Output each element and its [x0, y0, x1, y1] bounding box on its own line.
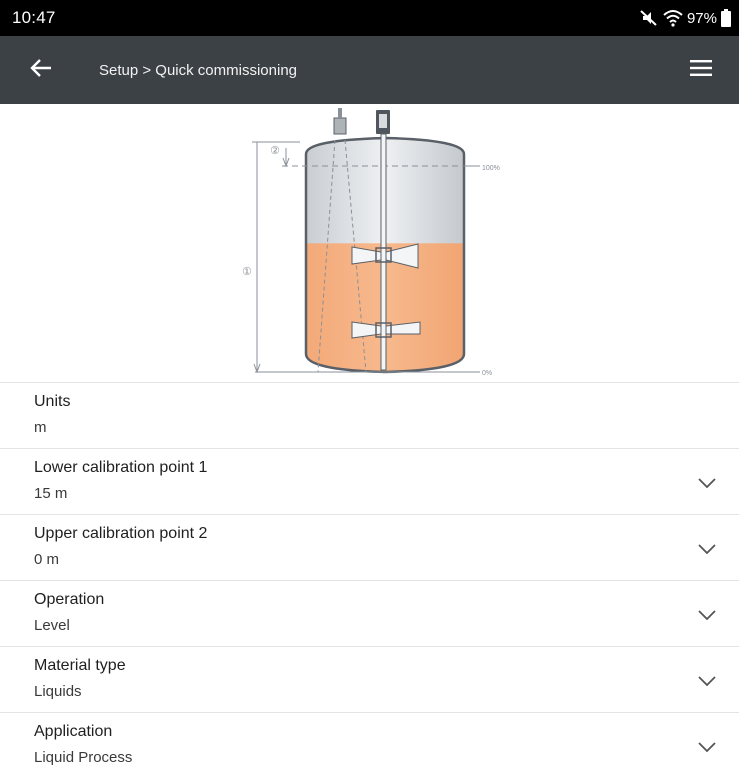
- setting-value: Level: [34, 617, 70, 634]
- chevron-down-icon[interactable]: [695, 471, 719, 495]
- breadcrumb: Setup > Quick commissioning: [99, 61, 298, 79]
- tank-diagram: ① ② 100% 0%: [0, 104, 739, 382]
- status-icons: 97%: [639, 9, 731, 27]
- setting-label: Material type: [34, 657, 126, 674]
- label-0-percent: 0%: [482, 370, 492, 377]
- setting-value: Liquid Process: [34, 749, 133, 766]
- app-bar: Setup > Quick commissioning: [0, 36, 739, 104]
- setting-label: Upper calibration point 2: [34, 525, 208, 542]
- battery-percent: 97%: [686, 9, 717, 27]
- chevron-down-icon[interactable]: [695, 537, 719, 561]
- setting-label: Units: [34, 393, 71, 410]
- setting-value: Liquids: [34, 683, 82, 700]
- menu-button[interactable]: [681, 50, 721, 90]
- setting-label: Lower calibration point 1: [34, 459, 208, 476]
- setting-value: m: [34, 419, 47, 436]
- setting-value: 0 m: [34, 551, 60, 568]
- battery-icon: [721, 9, 731, 27]
- arrow-left-icon: [30, 58, 52, 83]
- marker-2: ②: [270, 144, 280, 157]
- setting-value: 15 m: [34, 485, 68, 502]
- chevron-down-icon[interactable]: [695, 669, 719, 693]
- status-bar: 10:47 97%: [0, 0, 739, 36]
- setting-row-lower-calibration-point[interactable]: Lower calibration point 1 15 m: [0, 448, 739, 514]
- setting-row-material-type[interactable]: Material type Liquids: [0, 646, 739, 712]
- chevron-down-icon[interactable]: [695, 735, 719, 759]
- setting-row-application[interactable]: Application Liquid Process: [0, 712, 739, 778]
- setting-row-units: Units m: [0, 382, 739, 448]
- setting-row-upper-calibration-point[interactable]: Upper calibration point 2 0 m: [0, 514, 739, 580]
- tank-illustration: ① ② 100% 0%: [242, 108, 500, 377]
- hamburger-menu-icon: [690, 59, 712, 81]
- wifi-icon: [663, 9, 683, 27]
- setting-label: Operation: [34, 591, 105, 608]
- back-button[interactable]: [21, 50, 61, 90]
- settings-list: Units m Lower calibration point 1 15 m U…: [0, 382, 739, 778]
- status-time: 10:47: [12, 8, 56, 27]
- setting-row-operation[interactable]: Operation Level: [0, 580, 739, 646]
- mute-icon: [639, 9, 659, 27]
- marker-1: ①: [242, 265, 252, 278]
- chevron-down-icon[interactable]: [695, 603, 719, 627]
- label-100-percent: 100%: [482, 165, 500, 172]
- setting-label: Application: [34, 723, 113, 740]
